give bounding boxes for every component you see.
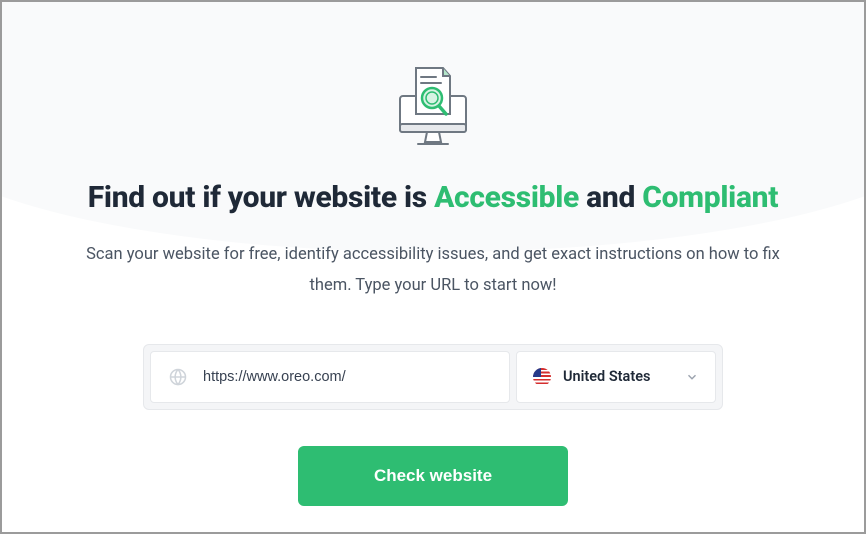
scan-form: United States <box>143 344 723 410</box>
page-headline: Find out if your website is Accessible a… <box>88 180 778 215</box>
page-subtitle: Scan your website for free, identify acc… <box>73 239 793 302</box>
globe-icon <box>169 368 187 386</box>
cta-label: Check website <box>374 466 492 486</box>
country-select[interactable]: United States <box>516 351 716 403</box>
us-flag-icon <box>533 368 551 386</box>
country-label: United States <box>563 368 673 385</box>
monitor-document-magnifier-icon <box>393 62 473 152</box>
chevron-down-icon <box>685 370 699 384</box>
headline-part1: Find out if your website is <box>88 180 434 215</box>
url-input-container <box>150 351 510 403</box>
headline-accent-compliant: Compliant <box>642 180 778 215</box>
headline-accent-accessible: Accessible <box>434 180 579 215</box>
website-url-input[interactable] <box>203 369 491 385</box>
check-website-button[interactable]: Check website <box>298 446 568 506</box>
headline-part2: and <box>579 180 642 215</box>
